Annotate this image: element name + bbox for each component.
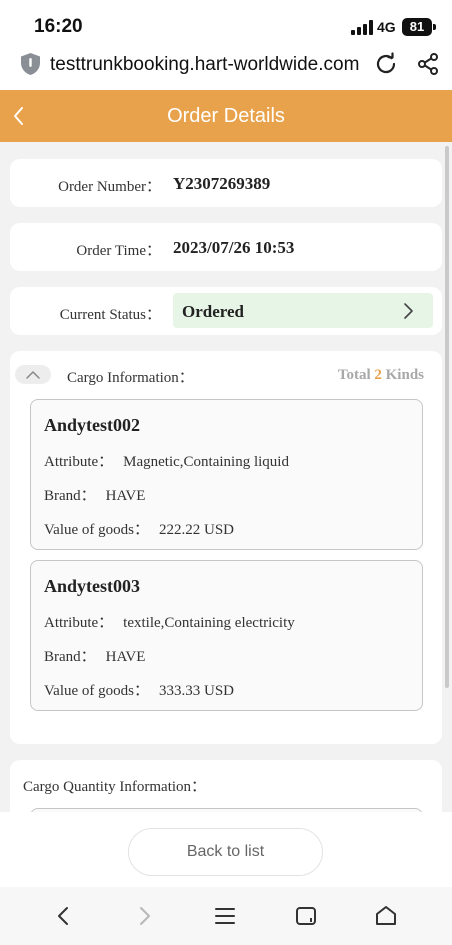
brand-label: Brand： bbox=[44, 488, 96, 504]
cargo-value-row: Value of goods： 333.33 USD bbox=[44, 679, 234, 700]
status-value: Ordered bbox=[182, 302, 245, 321]
browser-nav-bar bbox=[0, 887, 452, 945]
url-text[interactable]: testtrunkbooking.hart-worldwide.com bbox=[50, 54, 368, 76]
chevron-up-icon bbox=[26, 371, 40, 379]
chevron-right-icon bbox=[404, 303, 413, 319]
cargo-item: Andytest002 Attribute： Magnetic,Containin… bbox=[30, 399, 423, 550]
cargo-item: Andytest003 Attribute： textile,Containing… bbox=[30, 560, 423, 711]
total-prefix: Total bbox=[337, 367, 371, 383]
total-kinds: Total 2 Kinds bbox=[338, 367, 424, 384]
goods-value: 333.33 USD bbox=[159, 683, 235, 699]
cargo-quantity-title: Cargo Quantity Information： bbox=[23, 779, 207, 795]
cargo-item-name: Andytest003 bbox=[44, 576, 141, 596]
signal-icon bbox=[351, 19, 373, 35]
scrollbar[interactable] bbox=[445, 146, 449, 688]
battery-level: 81 bbox=[409, 19, 425, 34]
back-to-list-button[interactable]: Back to list bbox=[128, 828, 323, 876]
order-number-card: Order Number： Y2307269389 bbox=[10, 159, 442, 207]
brand-value: HAVE bbox=[105, 649, 146, 665]
attribute-value: Magnetic,Containing liquid bbox=[123, 454, 289, 470]
network-type: 4G bbox=[377, 19, 396, 35]
collapse-button[interactable] bbox=[15, 365, 51, 384]
shield-icon[interactable] bbox=[20, 52, 41, 76]
page-title: Order Details bbox=[167, 105, 285, 127]
attribute-value: textile,Containing electricity bbox=[123, 615, 295, 631]
cargo-quantity-section: Cargo Quantity Information： bbox=[10, 760, 442, 812]
reload-icon[interactable] bbox=[374, 52, 398, 76]
order-number-value: Y2307269389 bbox=[173, 174, 271, 193]
status-button[interactable]: Ordered bbox=[173, 293, 433, 328]
cargo-info-title: Cargo Information： bbox=[67, 370, 194, 386]
order-time-label: Order Time： bbox=[76, 243, 161, 259]
attribute-label: Attribute： bbox=[44, 615, 114, 631]
tabs-icon[interactable] bbox=[294, 904, 318, 928]
battery-icon: 81 bbox=[402, 18, 436, 36]
value-label: Value of goods： bbox=[44, 522, 149, 538]
brand-label: Brand： bbox=[44, 649, 96, 665]
cargo-attribute-row: Attribute： Magnetic,Containing liquid bbox=[44, 450, 289, 471]
share-icon[interactable] bbox=[416, 52, 440, 76]
cargo-brand-row: Brand： HAVE bbox=[44, 484, 145, 505]
cargo-brand-row: Brand： HAVE bbox=[44, 645, 145, 666]
status-bar: 16:20 4G 81 bbox=[0, 0, 452, 44]
forward-arrow-icon[interactable] bbox=[132, 904, 156, 928]
url-bar[interactable]: testtrunkbooking.hart-worldwide.com bbox=[0, 44, 452, 90]
order-number-label: Order Number： bbox=[58, 179, 161, 195]
total-suffix: Kinds bbox=[385, 367, 424, 383]
page-header: Order Details bbox=[0, 90, 452, 142]
cargo-value-row: Value of goods： 222.22 USD bbox=[44, 518, 234, 539]
cargo-information-section: Cargo Information： Total 2 Kinds Andytes… bbox=[10, 351, 442, 744]
attribute-label: Attribute： bbox=[44, 454, 114, 470]
order-details-content[interactable]: Order Number： Y2307269389 Order Time： 20… bbox=[0, 142, 452, 812]
value-label: Value of goods： bbox=[44, 683, 149, 699]
home-icon[interactable] bbox=[374, 904, 398, 928]
cargo-attribute-row: Attribute： textile,Containing electricity bbox=[44, 611, 295, 632]
current-status-card: Current Status： Ordered bbox=[10, 287, 442, 335]
back-arrow-icon[interactable] bbox=[52, 904, 76, 928]
bottom-action-bar: Back to list bbox=[0, 812, 452, 887]
order-time-value: 2023/07/26 10:53 bbox=[173, 238, 295, 257]
order-time-card: Order Time： 2023/07/26 10:53 bbox=[10, 223, 442, 271]
goods-value: 222.22 USD bbox=[159, 522, 235, 538]
current-status-label: Current Status： bbox=[59, 307, 161, 323]
cargo-item-name: Andytest002 bbox=[44, 415, 141, 435]
status-time: 16:20 bbox=[34, 16, 83, 37]
total-count: 2 bbox=[374, 367, 382, 383]
menu-icon[interactable] bbox=[213, 904, 237, 928]
brand-value: HAVE bbox=[105, 488, 146, 504]
